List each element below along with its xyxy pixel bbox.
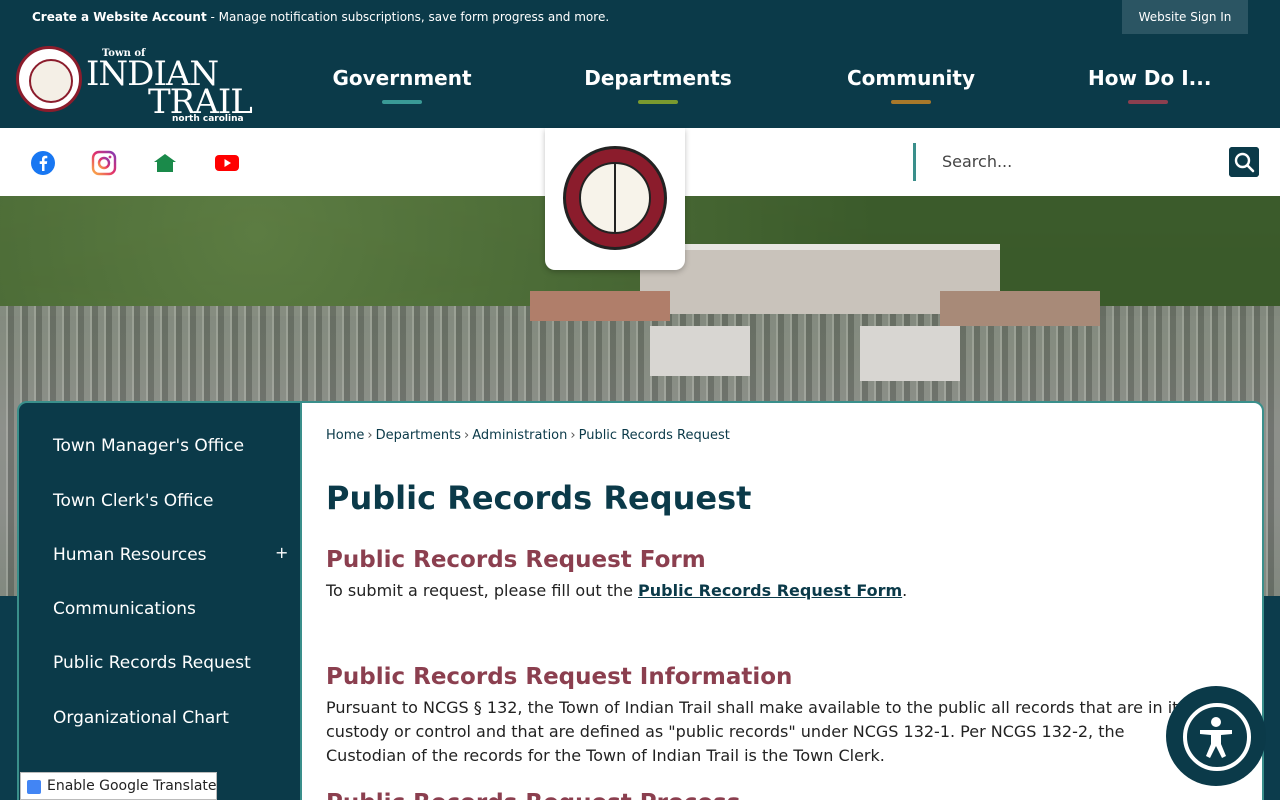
nav-departments-underline — [638, 100, 678, 104]
nav-departments-label: Departments — [584, 66, 732, 90]
nav-government-label: Government — [332, 66, 472, 90]
expand-human-resources-button[interactable]: + — [275, 543, 288, 562]
form-paragraph: To submit a request, please fill out the… — [326, 579, 1206, 603]
sidebar-item-public-records-request[interactable]: Public Records Request — [53, 653, 251, 673]
nav-government-underline — [382, 100, 422, 104]
information-heading: Public Records Request Information — [326, 664, 793, 690]
process-heading: Public Records Request Process — [326, 790, 740, 800]
town-seal-icon — [16, 46, 82, 112]
form-text-after: . — [902, 581, 908, 600]
youtube-icon[interactable] — [214, 150, 240, 176]
nav-community[interactable]: Community — [846, 36, 976, 128]
seal-divider — [614, 164, 616, 232]
account-banner: Create a Website Account - Manage notifi… — [0, 0, 1280, 36]
town-seal-badge[interactable] — [545, 128, 685, 270]
sidebar-item-town-clerk[interactable]: Town Clerk's Office — [53, 491, 213, 511]
google-translate-button[interactable]: Enable Google Translate — [20, 772, 217, 800]
information-paragraph: Pursuant to NCGS § 132, the Town of Indi… — [326, 698, 1187, 765]
instagram-icon[interactable] — [91, 150, 117, 176]
hero-building-front-left — [650, 326, 750, 376]
nav-how-do-i-label: How Do I... — [1088, 66, 1212, 90]
breadcrumb-administration[interactable]: Administration — [472, 428, 567, 443]
sidebar-item-communications[interactable]: Communications — [53, 599, 196, 619]
facebook-icon[interactable] — [30, 150, 56, 176]
sidebar-item-human-resources[interactable]: Human Resources — [53, 545, 207, 565]
form-heading: Public Records Request Form — [326, 547, 706, 573]
create-account-label[interactable]: Create a Website Account — [32, 10, 207, 24]
page-title: Public Records Request — [326, 479, 752, 517]
create-account-link[interactable]: Create a Website Account - Manage notifi… — [32, 10, 609, 24]
nextdoor-icon[interactable] — [152, 150, 178, 176]
nav-government[interactable]: Government — [332, 36, 472, 128]
search-icon[interactable] — [1229, 147, 1259, 177]
nav-community-label: Community — [846, 66, 976, 90]
nav-how-do-i[interactable]: How Do I... — [1088, 36, 1212, 128]
search-divider — [913, 143, 916, 181]
form-text-before: To submit a request, please fill out the — [326, 581, 639, 600]
website-sign-in-button[interactable]: Website Sign In — [1122, 0, 1248, 34]
search-input[interactable] — [930, 144, 1220, 178]
breadcrumb-departments[interactable]: Departments — [376, 428, 461, 443]
hero-building-front-right — [860, 326, 960, 381]
google-translate-icon — [27, 780, 41, 794]
logo-state: north carolina — [172, 114, 244, 124]
create-account-description: - Manage notification subscriptions, sav… — [206, 10, 610, 24]
accessibility-widget-button[interactable] — [1166, 686, 1266, 786]
site-logo[interactable]: Town of INDIAN TRAIL north carolina — [14, 44, 254, 124]
breadcrumb-home[interactable]: Home — [326, 428, 364, 443]
site-header: Town of INDIAN TRAIL north carolina Gove… — [0, 36, 1280, 128]
nav-departments[interactable]: Departments — [584, 36, 732, 128]
public-records-request-form-link[interactable]: Public Records Request Form — [638, 581, 902, 600]
breadcrumb-separator: › — [570, 428, 576, 443]
breadcrumb-current: Public Records Request — [578, 428, 730, 443]
nav-how-do-i-underline — [1128, 100, 1168, 104]
google-translate-label: Enable Google Translate — [47, 778, 217, 794]
accessibility-icon — [1200, 717, 1232, 758]
main-content: Home › Departments › Administration › Public R… — [302, 401, 1264, 800]
sidebar-nav: Town Manager's Office Town Clerk's Offic… — [17, 401, 302, 800]
hero-building-left — [530, 291, 670, 321]
breadcrumb-separator: › — [367, 428, 373, 443]
breadcrumb: Home › Departments › Administration › Public R… — [326, 428, 730, 443]
breadcrumb-separator: › — [464, 428, 470, 443]
sidebar-item-town-manager[interactable]: Town Manager's Office — [53, 436, 244, 456]
sidebar-item-organizational-chart[interactable]: Organizational Chart — [53, 708, 229, 728]
nav-community-underline — [891, 100, 931, 104]
hero-building-right — [940, 291, 1100, 326]
